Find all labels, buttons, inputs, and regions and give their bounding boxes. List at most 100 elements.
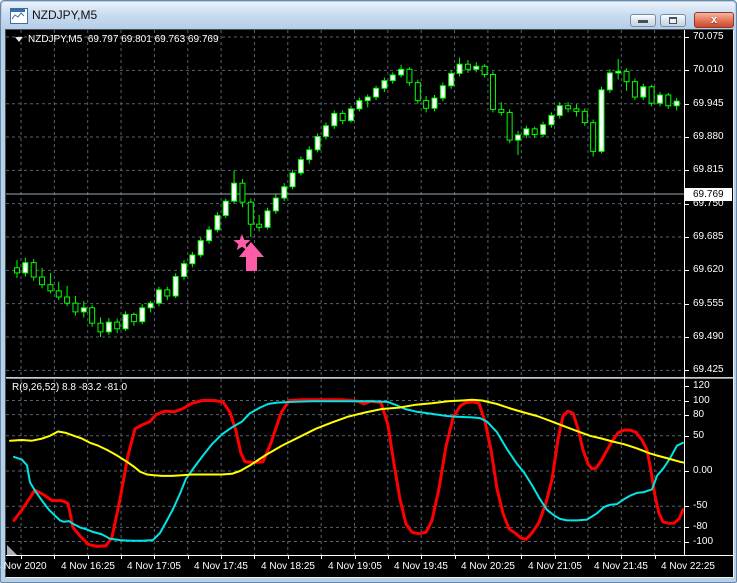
chart-header: NZDJPY,M5 69.797 69.801 69.763 69.769 <box>15 34 219 45</box>
candle-body <box>289 172 296 188</box>
time-axis[interactable]: 4 Nov 2020 4 Nov 16:25 4 Nov 17:05 4 Nov 17… <box>0 556 733 577</box>
header-symbol: NZDJPY,M5 <box>28 34 83 45</box>
candle-body <box>498 108 505 113</box>
price-axis-label: 69.555 <box>693 298 724 309</box>
candle-body <box>489 73 496 110</box>
candle-body <box>615 70 622 74</box>
bid-price-label: 69.769 <box>685 188 732 201</box>
indicator-axis-label: -50 <box>693 500 708 511</box>
price-chart[interactable] <box>6 30 684 377</box>
time-tick <box>588 556 589 559</box>
axis-tick <box>685 436 689 437</box>
header-ohlc: 69.797 69.801 69.763 69.769 <box>87 34 219 45</box>
candle-body <box>97 322 104 333</box>
candle-body <box>147 302 154 309</box>
price-axis-label: 69.880 <box>693 131 724 142</box>
candle-body <box>356 100 363 110</box>
candle-body <box>314 136 321 151</box>
candle-body <box>431 97 438 109</box>
time-axis-label: 4 Nov 22:25 <box>661 561 715 572</box>
candle-body <box>598 89 605 152</box>
price-axis-label: 69.685 <box>693 231 724 242</box>
axis-tick <box>685 471 689 472</box>
candle-body <box>331 112 338 127</box>
candle-body <box>281 186 288 199</box>
indicator-resize-grip[interactable] <box>7 545 17 555</box>
axis-tick <box>685 415 689 416</box>
candle-body <box>72 302 79 313</box>
candle-body <box>373 87 380 98</box>
candle-body <box>590 122 597 152</box>
indicator-axis-label: 0.00 <box>693 465 713 476</box>
price-axis[interactable]: 70.075 70.010 69.945 69.880 69.815 69.750 69.6… <box>685 30 733 555</box>
axis-tick <box>685 304 689 305</box>
candle-body <box>239 182 246 203</box>
candle-body <box>14 267 20 274</box>
candle-body <box>39 276 46 286</box>
candle-body <box>523 128 530 136</box>
app-window: NZDJPY,M5 x NZDJPY,M5 69.797 69.801 69.7… <box>0 0 737 583</box>
candle-body <box>456 63 463 74</box>
indicator-line-r-slow <box>9 398 684 477</box>
time-tick <box>655 556 656 559</box>
candle-body <box>297 159 304 174</box>
candle-body <box>89 307 96 324</box>
window-title: NZDJPY,M5 <box>32 8 98 22</box>
axis-tick <box>685 542 689 543</box>
candle-body <box>214 214 221 231</box>
time-tick <box>221 556 222 559</box>
candle-body <box>172 276 179 297</box>
candle-body <box>631 81 638 98</box>
candle-body <box>181 263 187 278</box>
candle-body <box>122 313 129 330</box>
time-tick <box>521 556 522 559</box>
candle-body <box>114 321 121 330</box>
axis-tick <box>685 270 689 271</box>
indicator-axis-label: 80 <box>693 409 705 420</box>
candle-body <box>30 262 37 278</box>
candle-body <box>473 65 480 70</box>
candle-body <box>197 240 204 256</box>
candle-body <box>222 200 229 216</box>
candle-body <box>414 82 421 102</box>
candle-body <box>673 100 680 107</box>
candle-body <box>80 307 87 313</box>
price-axis-label: 69.815 <box>693 164 724 175</box>
time-tick <box>154 556 155 559</box>
candle-body <box>364 96 371 102</box>
window-titlebar[interactable]: NZDJPY,M5 x <box>2 2 735 29</box>
price-axis-label: 70.075 <box>693 31 724 42</box>
indicator-axis-label: 120 <box>693 380 710 391</box>
candle-body <box>256 223 263 228</box>
price-axis-label: 69.620 <box>693 264 724 275</box>
axis-tick <box>685 170 689 171</box>
indicator-label: R(9,26,52) 8.8 -83.2 -81.0 <box>12 382 128 393</box>
candle-body <box>47 284 54 292</box>
axis-tick <box>685 386 689 387</box>
minimize-button[interactable] <box>630 14 656 27</box>
candle-body <box>665 94 672 107</box>
candle-body <box>640 86 647 98</box>
time-tick <box>488 556 489 559</box>
collapse-triangle-icon[interactable] <box>15 37 23 42</box>
indicator-axis-label: 100 <box>693 395 710 406</box>
axis-tick <box>685 204 689 205</box>
axis-tick <box>685 527 689 528</box>
candle-body <box>506 111 513 141</box>
candle-body <box>55 290 62 298</box>
minimize-icon <box>638 20 648 23</box>
time-tick <box>288 556 289 559</box>
candle-body <box>656 94 663 104</box>
candle-body <box>423 100 430 109</box>
maximize-button[interactable] <box>660 14 686 27</box>
candle-body <box>189 254 196 265</box>
candle-body <box>606 72 613 91</box>
candle-body <box>64 296 71 304</box>
axis-tick <box>685 506 689 507</box>
indicator-panel[interactable] <box>6 379 684 555</box>
candle-body <box>206 229 213 242</box>
close-button[interactable]: x <box>694 12 734 28</box>
candle-body <box>648 86 655 104</box>
indicator-axis-label: -100 <box>693 536 714 547</box>
candle-body <box>22 262 29 274</box>
